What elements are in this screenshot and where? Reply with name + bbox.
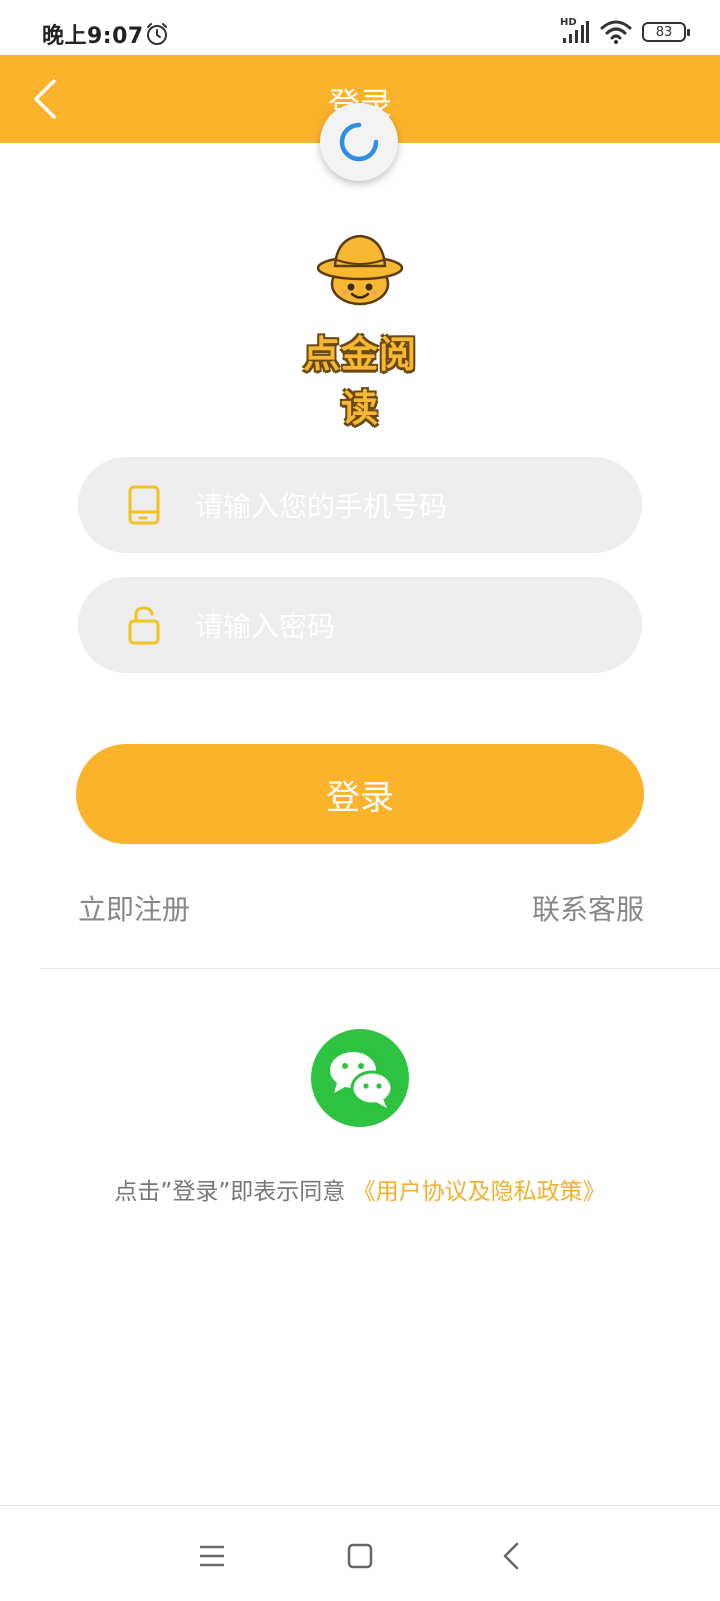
phone-input[interactable]	[193, 457, 617, 555]
loading-indicator	[320, 103, 398, 181]
status-icons: HD 83	[560, 17, 690, 46]
register-link[interactable]: 立即注册	[78, 888, 190, 928]
mobile-phone-icon	[128, 485, 160, 525]
loading-spinner-icon	[339, 122, 379, 162]
unlock-icon	[128, 606, 160, 645]
phone-field[interactable]	[78, 457, 642, 555]
menu-lines-icon[interactable]	[192, 1536, 232, 1576]
battery-level: 83	[655, 24, 673, 40]
user-agreement-link[interactable]: 《用户协议及隐私政策》	[353, 1179, 606, 1205]
customer-service-link[interactable]: 联系客服	[532, 888, 644, 928]
password-input[interactable]	[193, 577, 617, 675]
home-square-icon[interactable]	[340, 1536, 380, 1576]
divider	[40, 968, 720, 969]
alarm-clock-icon	[147, 23, 167, 45]
login-button-label: 登录	[326, 777, 394, 818]
back-chevron-icon[interactable]	[492, 1536, 532, 1576]
battery-indicator: 83	[642, 22, 690, 42]
wifi-icon	[600, 20, 632, 44]
agreement-text: 点击”登录”即表示同意 《用户协议及隐私政策》	[0, 1172, 720, 1206]
password-field[interactable]	[78, 577, 642, 675]
agreement-prefix: 点击”登录”即表示同意	[114, 1179, 346, 1205]
status-bar: 晚上9:07 HD 83	[0, 0, 720, 55]
system-nav-bar	[0, 1505, 720, 1601]
status-time: 晚上9:07	[42, 24, 144, 49]
straw-hat-mascot-icon	[316, 234, 404, 306]
login-button[interactable]: 登录	[76, 744, 644, 844]
wechat-icon	[328, 1050, 394, 1108]
logo-text: 点金阅读	[303, 333, 417, 430]
wechat-login-button[interactable]	[311, 1029, 409, 1127]
app-logo: 点金阅读	[285, 232, 435, 430]
cellular-signal-icon: HD	[560, 17, 590, 45]
